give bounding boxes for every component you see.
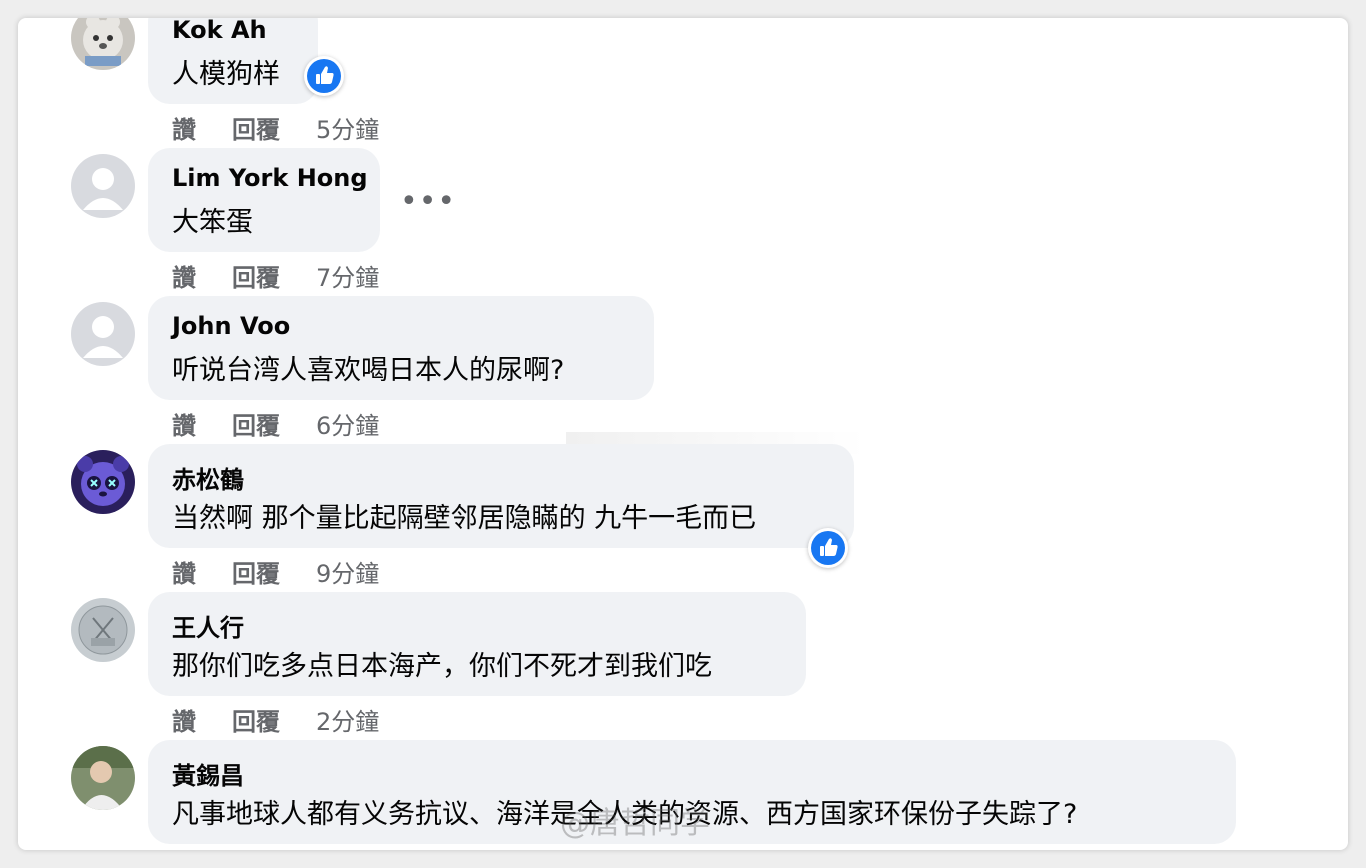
like-button[interactable]: 讚	[172, 406, 196, 441]
comment-author[interactable]: Lim York Hong	[172, 164, 368, 192]
comment-author[interactable]: Kok Ah	[172, 18, 267, 44]
comment-item: 王人行 那你们吃多点日本海产，你们不死才到我们吃 讚 回覆 2分鐘	[18, 592, 1348, 740]
like-reaction-badge[interactable]	[808, 528, 848, 568]
comment-text: 大笨蛋	[172, 207, 253, 238]
comment-author[interactable]: 黃錫昌	[172, 756, 244, 791]
comment-timestamp[interactable]: 6分鐘	[316, 406, 379, 441]
comment-text: 听说台湾人喜欢喝日本人的尿啊?	[172, 355, 565, 386]
comment-item: 赤松鶴 当然啊 那个量比起隔壁邻居隐瞞的 九牛一毛而已 讚 回覆 9分鐘	[18, 444, 1348, 592]
reply-button[interactable]: 回覆	[232, 258, 280, 293]
thumbs-up-icon	[316, 66, 334, 84]
like-button[interactable]: 讚	[172, 110, 196, 145]
avatar[interactable]	[71, 302, 135, 366]
reply-button[interactable]: 回覆	[232, 406, 280, 441]
comment-item: Kok Ah 人模狗样 讚 回覆 5分鐘	[18, 18, 1348, 148]
avatar[interactable]	[71, 450, 135, 514]
watermark-text: @唐哲同学	[560, 806, 710, 841]
avatar[interactable]	[71, 18, 135, 70]
comment-timestamp[interactable]: 7分鐘	[316, 258, 379, 293]
comment-timestamp[interactable]: 5分鐘	[316, 110, 379, 145]
comment-item: Lim York Hong 大笨蛋 ••• 讚 回覆 7分鐘	[18, 148, 1348, 296]
avatar[interactable]	[71, 598, 135, 662]
like-button[interactable]: 讚	[172, 702, 196, 737]
comment-author[interactable]: 赤松鶴	[172, 460, 244, 495]
comment-timestamp[interactable]: 9分鐘	[316, 554, 379, 589]
comment-text: 那你们吃多点日本海产，你们不死才到我们吃	[172, 651, 712, 682]
comment-author[interactable]: John Voo	[172, 312, 290, 340]
comment-bubble: Lim York Hong 大笨蛋	[148, 148, 380, 252]
like-reaction-badge[interactable]	[304, 56, 344, 96]
avatar[interactable]	[71, 154, 135, 218]
comment-timestamp[interactable]: 2分鐘	[316, 702, 379, 737]
like-button[interactable]: 讚	[172, 554, 196, 589]
reply-button[interactable]: 回覆	[232, 110, 280, 145]
thumbs-up-icon	[820, 538, 838, 556]
comment-bubble: John Voo 听说台湾人喜欢喝日本人的尿啊?	[148, 296, 654, 400]
more-options-icon[interactable]: •••	[400, 187, 456, 217]
comment-bubble: 赤松鶴 当然啊 那个量比起隔壁邻居隐瞞的 九牛一毛而已	[148, 444, 854, 548]
comment-item: John Voo 听说台湾人喜欢喝日本人的尿啊? 讚 回覆 6分鐘	[18, 296, 1348, 444]
avatar[interactable]	[71, 746, 135, 810]
comment-text: 当然啊 那个量比起隔壁邻居隐瞞的 九牛一毛而已	[172, 503, 757, 534]
comment-bubble: 王人行 那你们吃多点日本海产，你们不死才到我们吃	[148, 592, 806, 696]
reply-button[interactable]: 回覆	[232, 554, 280, 589]
comments-panel: Kok Ah 人模狗样 讚 回覆 5分鐘 Lim York Hong 大笨蛋 •…	[18, 18, 1348, 850]
comment-bubble: Kok Ah 人模狗样	[148, 18, 318, 104]
reply-button[interactable]: 回覆	[232, 702, 280, 737]
comment-text: 人模狗样	[172, 59, 280, 90]
like-button[interactable]: 讚	[172, 258, 196, 293]
comment-author[interactable]: 王人行	[172, 608, 244, 643]
